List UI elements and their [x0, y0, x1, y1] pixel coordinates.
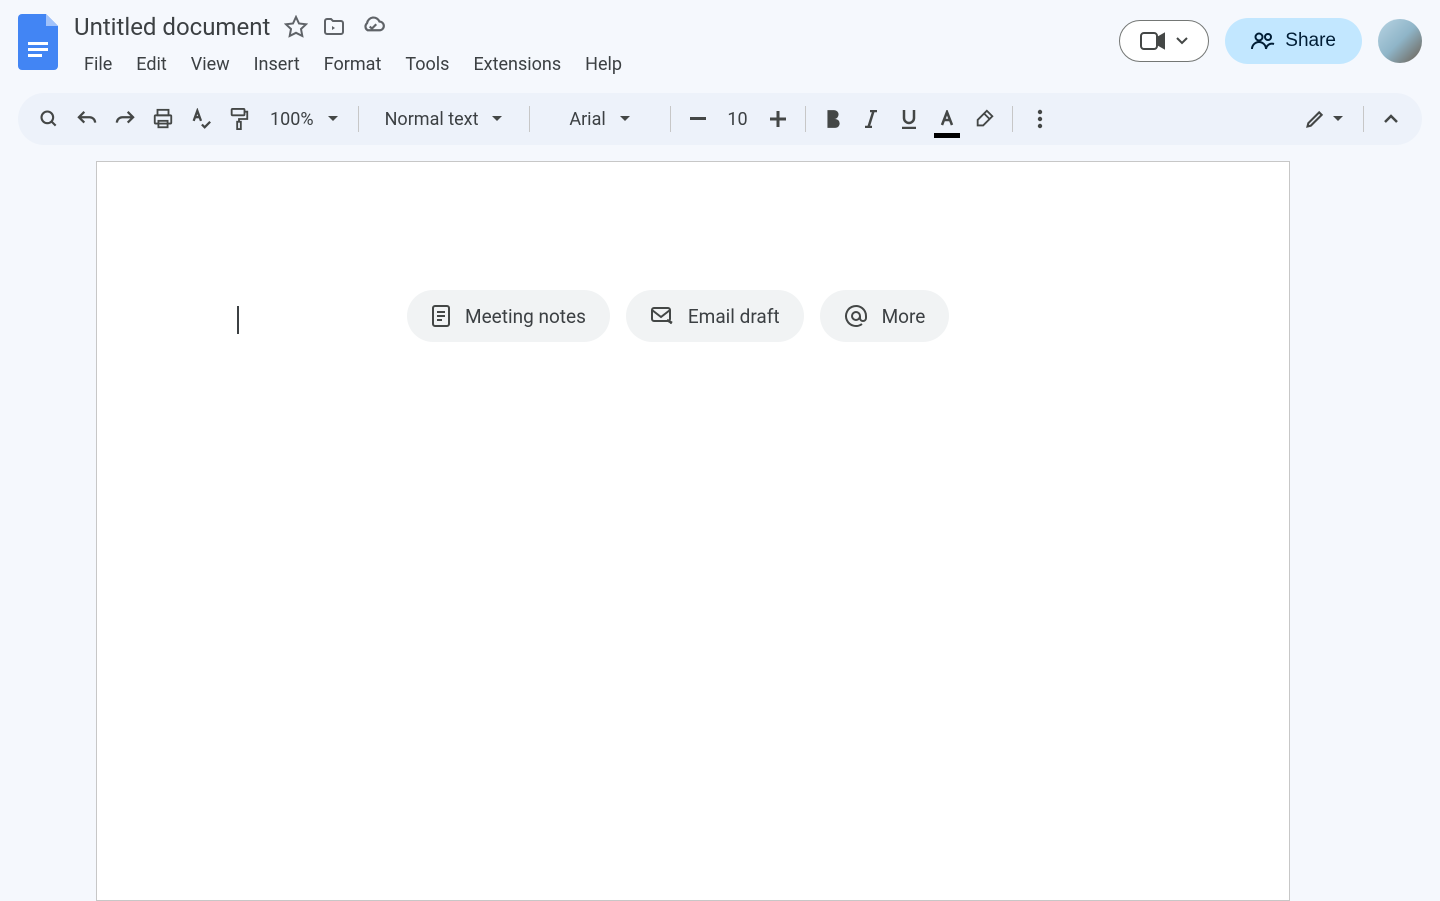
- caret-down-icon: [492, 116, 502, 122]
- chip-label: Email draft: [688, 305, 780, 328]
- cloud-status-icon[interactable]: [360, 14, 386, 40]
- header-right: Share: [1119, 10, 1422, 64]
- undo-button[interactable]: [70, 102, 104, 136]
- document-title[interactable]: Untitled document: [74, 13, 270, 41]
- menu-tools[interactable]: Tools: [395, 48, 459, 81]
- document-page[interactable]: Meeting notes Email draft More: [96, 161, 1290, 901]
- share-label: Share: [1285, 30, 1336, 52]
- collapse-toolbar-button[interactable]: [1374, 102, 1408, 136]
- separator: [529, 106, 530, 132]
- caret-down-icon: [328, 116, 338, 122]
- title-row: Untitled document: [74, 10, 1119, 44]
- meet-button[interactable]: [1119, 20, 1209, 62]
- at-icon: [844, 304, 868, 328]
- zoom-value: 100%: [270, 109, 314, 130]
- separator: [1012, 106, 1013, 132]
- canvas-area: Meeting notes Email draft More: [0, 145, 1440, 901]
- caret-down-icon: [620, 116, 630, 122]
- paragraph-style-select[interactable]: Normal text: [369, 102, 519, 136]
- separator: [358, 106, 359, 132]
- decrease-font-size-button[interactable]: [681, 102, 715, 136]
- caret-down-icon: [1333, 116, 1343, 122]
- docs-logo-icon[interactable]: [18, 14, 62, 70]
- spellcheck-button[interactable]: [184, 102, 218, 136]
- menu-edit[interactable]: Edit: [126, 48, 176, 81]
- text-cursor: [237, 306, 239, 334]
- menu-file[interactable]: File: [74, 48, 122, 81]
- italic-button[interactable]: [854, 102, 888, 136]
- account-avatar[interactable]: [1378, 19, 1422, 63]
- more-chip[interactable]: More: [820, 290, 950, 342]
- share-button[interactable]: Share: [1225, 18, 1362, 64]
- redo-button[interactable]: [108, 102, 142, 136]
- text-color-swatch: [934, 133, 960, 138]
- menu-extensions[interactable]: Extensions: [463, 48, 571, 81]
- more-formatting-button[interactable]: [1023, 102, 1057, 136]
- chip-label: More: [882, 305, 926, 328]
- search-menus-button[interactable]: [32, 102, 66, 136]
- menu-insert[interactable]: Insert: [244, 48, 310, 81]
- star-icon[interactable]: [284, 15, 308, 39]
- menu-help[interactable]: Help: [575, 48, 632, 81]
- menu-format[interactable]: Format: [314, 48, 392, 81]
- editing-mode-button[interactable]: [1295, 102, 1353, 136]
- text-color-button[interactable]: [930, 102, 964, 136]
- video-icon: [1140, 31, 1166, 51]
- header: Untitled document File Edit View Insert …: [0, 0, 1440, 85]
- toolbar: 100% Normal text Arial 10: [18, 93, 1422, 145]
- caret-down-icon: [1176, 37, 1188, 45]
- font-value: Arial: [569, 109, 605, 130]
- zoom-select[interactable]: 100%: [260, 102, 348, 136]
- font-size-input[interactable]: 10: [727, 109, 749, 130]
- move-icon[interactable]: [322, 15, 346, 39]
- increase-font-size-button[interactable]: [761, 102, 795, 136]
- underline-button[interactable]: [892, 102, 926, 136]
- style-value: Normal text: [385, 109, 479, 130]
- menu-bar: File Edit View Insert Format Tools Exten…: [74, 48, 1119, 81]
- highlight-color-button[interactable]: [968, 102, 1002, 136]
- separator: [670, 106, 671, 132]
- people-icon: [1251, 32, 1275, 50]
- separator: [805, 106, 806, 132]
- toolbar-right: [1295, 102, 1408, 136]
- bold-button[interactable]: [816, 102, 850, 136]
- email-icon: [650, 306, 674, 326]
- template-chips: Meeting notes Email draft More: [407, 290, 949, 342]
- menu-view[interactable]: View: [181, 48, 240, 81]
- email-draft-chip[interactable]: Email draft: [626, 290, 804, 342]
- chip-label: Meeting notes: [465, 305, 586, 328]
- font-select[interactable]: Arial: [540, 102, 660, 136]
- title-area: Untitled document File Edit View Insert …: [74, 10, 1119, 81]
- paint-format-button[interactable]: [222, 102, 256, 136]
- print-button[interactable]: [146, 102, 180, 136]
- font-size-group: 10: [681, 102, 795, 136]
- document-icon: [431, 304, 451, 328]
- meeting-notes-chip[interactable]: Meeting notes: [407, 290, 610, 342]
- separator: [1363, 106, 1364, 132]
